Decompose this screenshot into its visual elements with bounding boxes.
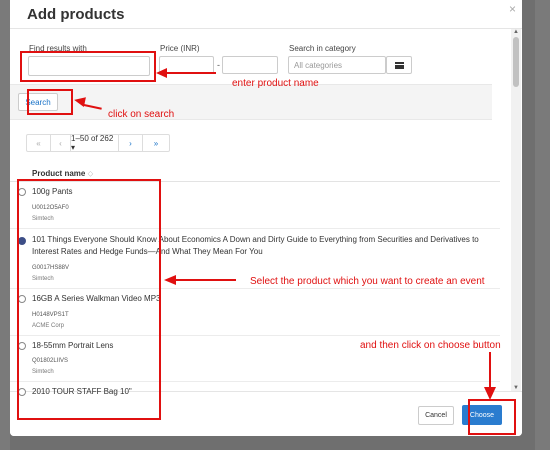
price-separator: - <box>217 60 220 70</box>
highlight-find-input <box>20 51 156 82</box>
modal-title: Add products <box>27 6 125 23</box>
category-label: Search in category <box>289 44 356 53</box>
highlight-product-list <box>17 179 161 420</box>
page-backdrop-left <box>0 0 10 450</box>
annotation-choose-note: and then click on choose button <box>360 340 501 351</box>
first-page-button[interactable]: « <box>27 135 51 151</box>
annotation-enter-product: enter product name <box>232 78 319 89</box>
last-page-button[interactable]: » <box>143 135 169 151</box>
arrow-shaft <box>176 279 236 281</box>
modal-scrollbar[interactable]: ▲ ▼ <box>511 29 521 391</box>
sort-icon: ⬦ <box>87 169 94 178</box>
page-range-select[interactable]: 1–50 of 262 ▾ <box>71 134 119 152</box>
modal-header: Add products × <box>10 0 522 28</box>
arrow-head-icon <box>164 275 176 285</box>
arrow-head-icon <box>156 68 167 78</box>
scroll-thumb[interactable] <box>513 37 519 87</box>
highlight-choose-button <box>468 399 516 435</box>
price-label: Price (INR) <box>160 44 200 53</box>
category-input[interactable]: All categories <box>288 56 386 74</box>
price-max-input[interactable] <box>222 56 278 74</box>
menu-icon <box>394 61 404 69</box>
arrow-head-icon <box>73 94 86 108</box>
column-header-label: Product name <box>32 169 86 178</box>
page-backdrop-right <box>535 0 550 450</box>
pagination: « ‹ 1–50 of 262 ▾ › » <box>26 134 170 152</box>
prev-page-button[interactable]: ‹ <box>51 135 71 151</box>
category-picker-button[interactable] <box>386 56 412 74</box>
annotation-click-search: click on search <box>108 109 175 120</box>
next-page-button[interactable]: › <box>119 135 143 151</box>
scroll-up-icon[interactable]: ▲ <box>513 29 519 35</box>
column-header-product-name[interactable]: Product name ⬦ <box>32 169 93 179</box>
annotation-select-product: Select the product which you want to cre… <box>250 276 485 287</box>
arrow-shaft <box>166 72 216 74</box>
close-icon[interactable]: × <box>509 2 516 16</box>
cancel-button[interactable]: Cancel <box>418 406 454 425</box>
arrow-shaft <box>489 352 491 388</box>
highlight-search-button <box>27 89 73 115</box>
